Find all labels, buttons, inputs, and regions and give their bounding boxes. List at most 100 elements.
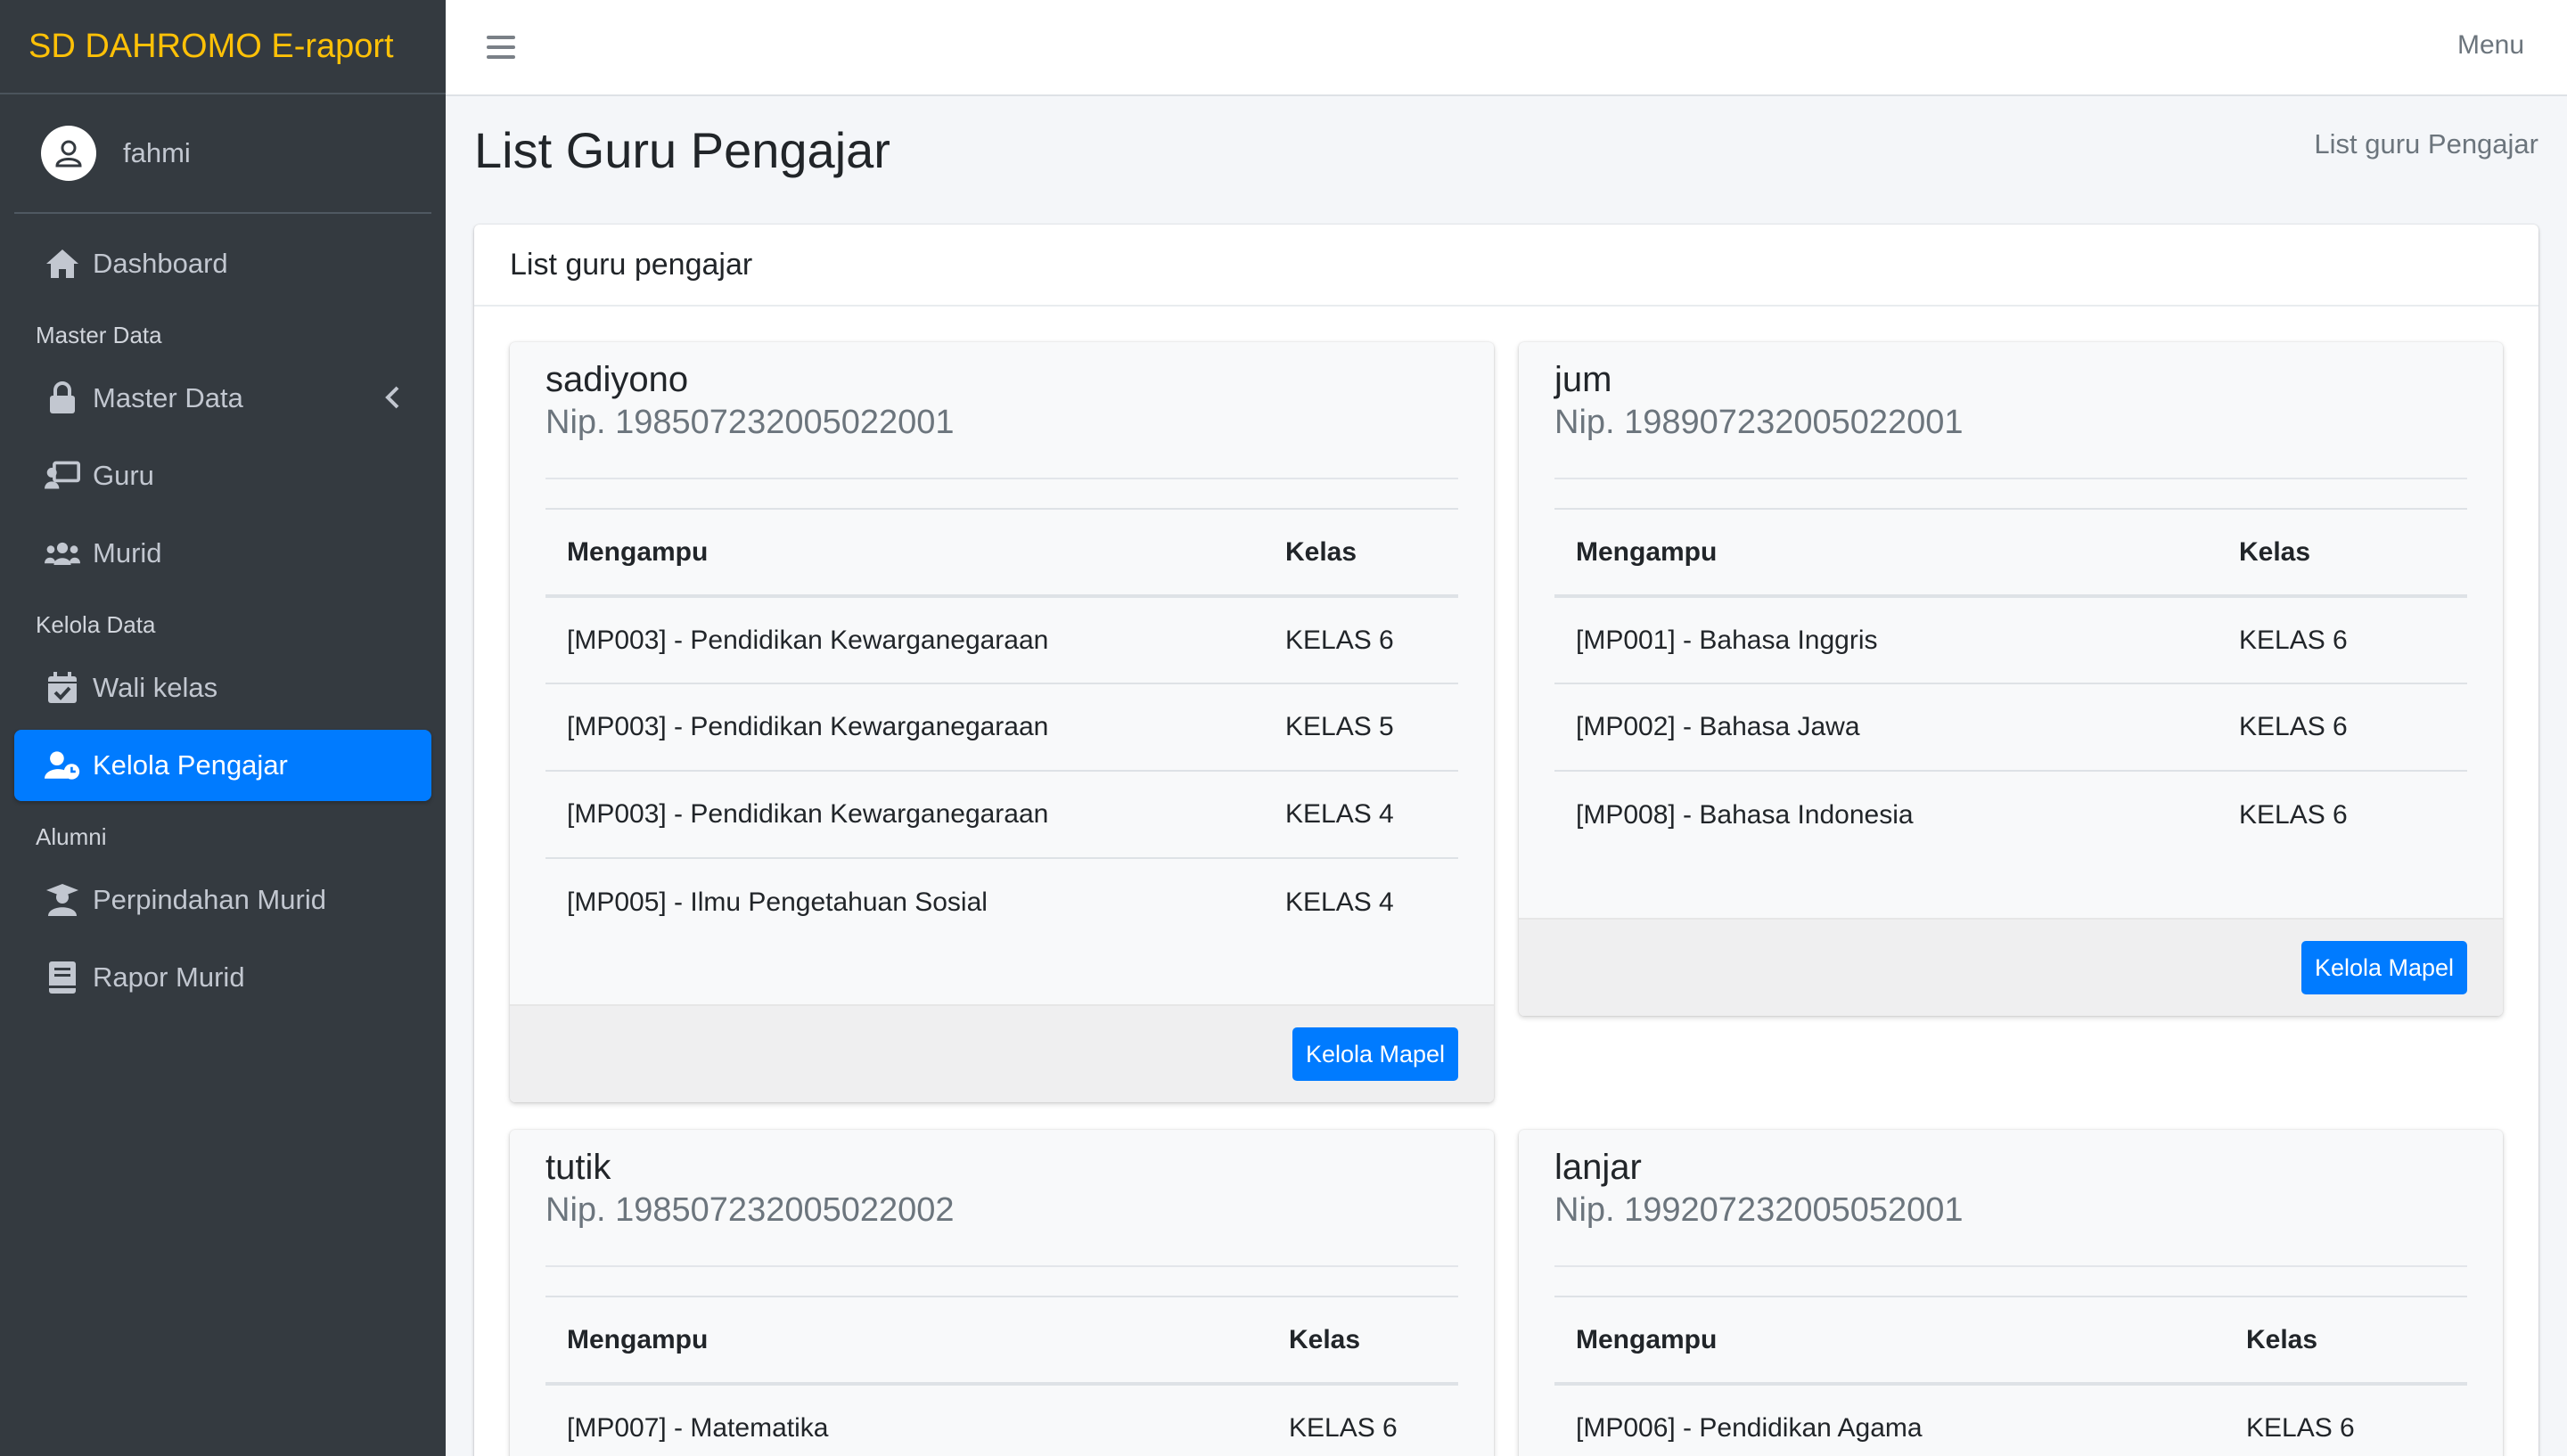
subject-table: Mengampu Kelas [MP007] - Matematika KELAS… [545, 1296, 1458, 1456]
table-row: [MP002] - Bahasa Jawa KELAS 6 [1554, 683, 2467, 771]
sidebar: SD DAHROMO E-raport fahmi Dashboard Mast… [0, 0, 446, 1456]
teacher-name: lanjar [1554, 1148, 1642, 1187]
lock-icon [45, 380, 80, 416]
col-header-class: Kelas [1264, 508, 1458, 598]
user-name: fahmi [123, 137, 191, 168]
col-header-subject: Mengampu [545, 1296, 1267, 1386]
sidebar-item-label: Wali kelas [93, 672, 218, 703]
subject-cell: [MP007] - Matematika [567, 1413, 829, 1443]
table-row: [MP003] - Pendidikan Kewarganegaraan KELA… [545, 770, 1458, 858]
table-row: [MP005] - Ilmu Pengetahuan Sosial KELAS 4 [545, 857, 1458, 945]
sidebar-item-label: Dashboard [93, 248, 228, 279]
sidebar-item-kelola-pengajar[interactable]: Kelola Pengajar [14, 730, 431, 801]
kelola-mapel-button[interactable]: Kelola Mapel [2301, 941, 2467, 994]
sidebar-item-wali-kelas[interactable]: Wali kelas [14, 652, 431, 724]
class-cell: KELAS 6 [1285, 625, 1394, 655]
table-row: [MP001] - Bahasa Inggris KELAS 6 [1554, 596, 2467, 683]
teacher-nip: Nip. 198507232005022001 [545, 404, 955, 441]
brand-link[interactable]: SD DAHROMO E-raport [0, 0, 446, 94]
col-header-subject: Mengampu [545, 508, 1264, 598]
hamburger-menu-icon[interactable] [487, 36, 515, 59]
subject-cell: [MP005] - Ilmu Pengetahuan Sosial [545, 857, 1264, 945]
users-icon [45, 536, 80, 571]
teacher-nip: Nip. 198507232005022002 [545, 1191, 955, 1229]
class-cell: KELAS 6 [2239, 625, 2348, 655]
teacher-name: jum [1554, 360, 1612, 399]
sidebar-item-label: Kelola Pengajar [93, 749, 288, 781]
sidebar-item-label: Guru [93, 460, 154, 491]
subject-cell: [MP003] - Pendidikan Kewarganegaraan [545, 770, 1264, 858]
class-cell: KELAS 6 [2218, 683, 2467, 771]
nav-header-kelola-data: Kelola Data [36, 611, 156, 638]
teacher-card: tutik Nip. 198507232005022002 Mengampu K… [510, 1130, 1494, 1456]
top-navbar: Menu [446, 0, 2567, 96]
subject-cell: [MP003] - Pendidikan Kewarganegaraan [545, 683, 1264, 771]
subject-cell: [MP002] - Bahasa Jawa [1554, 683, 2218, 771]
user-avatar-icon [41, 126, 96, 181]
col-header-class: Kelas [1267, 1296, 1458, 1386]
sidebar-item-label: Murid [93, 537, 162, 568]
kelola-mapel-button[interactable]: Kelola Mapel [1292, 1027, 1458, 1081]
divider [1554, 478, 2467, 479]
sidebar-nav: Dashboard Master Data Master Data Guru M… [0, 214, 446, 1013]
divider [545, 478, 1458, 479]
sidebar-item-rapor-murid[interactable]: Rapor Murid [14, 942, 431, 1013]
teacher-card: sadiyono Nip. 198507232005022001 Mengamp… [510, 342, 1494, 1102]
home-icon [45, 246, 80, 282]
teacher-card: lanjar Nip. 199207232005052001 Mengampu … [1519, 1130, 2503, 1456]
teacher-name: sadiyono [545, 360, 689, 399]
menu-link[interactable]: Menu [2457, 30, 2524, 61]
subject-cell: [MP006] - Pendidikan Agama [1576, 1413, 1923, 1443]
sidebar-item-dashboard[interactable]: Dashboard [14, 228, 431, 299]
class-cell: KELAS 5 [1264, 683, 1458, 771]
teacher-card: jum Nip. 198907232005022001 Mengampu Kel… [1519, 342, 2503, 1016]
table-row: [MP006] - Pendidikan Agama KELAS 6 [1554, 1384, 2467, 1456]
col-header-class: Kelas [2218, 508, 2467, 598]
teacher-nip: Nip. 199207232005052001 [1554, 1191, 1964, 1229]
sidebar-item-murid[interactable]: Murid [14, 518, 431, 589]
table-row: [MP003] - Pendidikan Kewarganegaraan KELA… [545, 683, 1458, 771]
subject-cell: [MP001] - Bahasa Inggris [1576, 625, 1878, 655]
card-footer: Kelola Mapel [510, 1004, 1494, 1102]
table-row: [MP003] - Pendidikan Kewarganegaraan KELA… [545, 596, 1458, 683]
nav-header-alumni: Alumni [36, 823, 107, 850]
sidebar-item-guru[interactable]: Guru [14, 440, 431, 511]
class-cell: KELAS 4 [1264, 770, 1458, 858]
card-title: List guru pengajar [474, 225, 2538, 307]
subject-table: Mengampu Kelas [MP001] - Bahasa Inggris K… [1554, 508, 2467, 858]
book-icon [45, 960, 80, 995]
class-cell: KELAS 6 [1289, 1413, 1398, 1443]
col-header-class: Kelas [2225, 1296, 2467, 1386]
teacher-nip: Nip. 198907232005022001 [1554, 404, 1964, 441]
teacher-name: tutik [545, 1148, 611, 1187]
class-cell: KELAS 4 [1264, 857, 1458, 945]
sidebar-item-perpindahan-murid[interactable]: Perpindahan Murid [14, 864, 431, 936]
divider [545, 1265, 1458, 1267]
teacher-list-card: List guru pengajar sadiyono Nip. 1985072… [474, 225, 2538, 1456]
col-header-subject: Mengampu [1554, 508, 2218, 598]
user-graduate-icon [45, 882, 80, 918]
subject-cell: [MP003] - Pendidikan Kewarganegaraan [567, 625, 1049, 655]
brand-text: SD DAHROMO E-raport [29, 27, 394, 65]
divider [1554, 1265, 2467, 1267]
nav-header-master-data: Master Data [36, 322, 162, 348]
sidebar-item-label: Perpindahan Murid [93, 884, 326, 915]
user-clock-icon [45, 748, 80, 783]
subject-table: Mengampu Kelas [MP003] - Pendidikan Kewa… [545, 508, 1458, 945]
col-header-subject: Mengampu [1554, 1296, 2225, 1386]
class-cell: KELAS 6 [2246, 1413, 2355, 1443]
sidebar-item-label: Master Data [93, 382, 243, 413]
table-row: [MP008] - Bahasa Indonesia KELAS 6 [1554, 770, 2467, 858]
sidebar-item-master-data[interactable]: Master Data [14, 363, 431, 434]
content-header: List Guru Pengajar List guru Pengajar [474, 121, 2538, 184]
card-footer: Kelola Mapel [1519, 918, 2503, 1016]
sidebar-item-label: Rapor Murid [93, 961, 245, 993]
chevron-left-icon [383, 384, 401, 418]
chalkboard-teacher-icon [45, 458, 80, 494]
user-panel[interactable]: fahmi [14, 94, 431, 214]
subject-table: Mengampu Kelas [MP006] - Pendidikan Agam… [1554, 1296, 2467, 1456]
page-title: List Guru Pengajar [474, 122, 890, 178]
calendar-check-icon [45, 670, 80, 706]
breadcrumb: List guru Pengajar [2314, 128, 2538, 160]
class-cell: KELAS 6 [2218, 770, 2467, 858]
